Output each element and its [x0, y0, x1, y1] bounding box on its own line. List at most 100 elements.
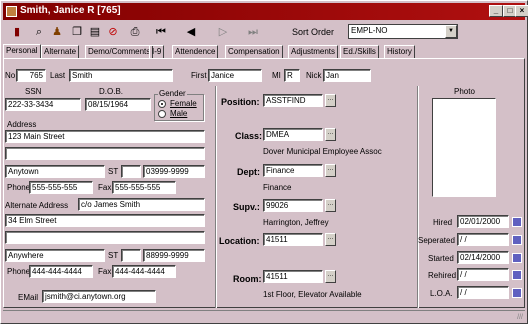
hired-date-field[interactable]: 02/01/2000 — [457, 215, 509, 228]
rehired-label: Rehired — [428, 271, 457, 280]
tab-demo-comments[interactable]: Demo/Comments — [85, 45, 154, 58]
title-bar: Smith, Janice R [765] _ □ × — [3, 3, 528, 20]
nick-name-field[interactable]: Jan — [323, 69, 371, 82]
fax-field[interactable]: 555-555-555 — [112, 181, 176, 194]
alt-city-field[interactable]: Anywhere — [5, 249, 105, 262]
tab-i9[interactable]: I-9 — [149, 45, 165, 58]
separated-label: Seperated — [418, 236, 455, 245]
employee-window: Smith, Janice R [765] _ □ × ▮ ⌕ ♟ ❐ ▤ ⊘ … — [0, 0, 528, 324]
tab-adjustments[interactable]: Adjustments — [288, 45, 339, 58]
alt-fax-label: Fax — [98, 267, 112, 276]
sort-order-select[interactable]: EMPL-NO ▼ — [348, 24, 458, 39]
mi-field[interactable]: R — [284, 69, 300, 82]
loa-label: L.O.A. — [430, 289, 453, 298]
phone-label: Phone — [7, 183, 31, 192]
calendar-icon[interactable] — [512, 253, 522, 263]
gender-male-radio[interactable] — [158, 110, 166, 118]
city-field[interactable]: Anytown — [5, 165, 105, 178]
tab-ed-skills[interactable]: Ed./Skills — [340, 45, 379, 58]
class-label: Class: — [235, 131, 263, 141]
alt-address-line1-field[interactable]: 34 Elm Street — [5, 214, 205, 227]
dob-label: D.O.B. — [99, 87, 124, 96]
class-field[interactable]: DMEA — [263, 128, 323, 141]
tab-alternate[interactable]: Alternate — [41, 45, 80, 58]
alt-state-field[interactable] — [121, 249, 141, 262]
class-lookup-button[interactable]: … — [325, 128, 336, 141]
alt-zip-field[interactable]: 88999-9999 — [143, 249, 205, 262]
location-lookup-button[interactable]: … — [325, 233, 336, 246]
section-divider-right — [417, 86, 418, 308]
copy-icon[interactable]: ❐ — [69, 24, 85, 40]
email-field[interactable]: jsmith@ci.anytown.org — [42, 290, 156, 303]
dept-lookup-button[interactable]: … — [325, 164, 336, 177]
separated-date-field[interactable]: / / — [457, 233, 509, 246]
room-label: Room: — [233, 274, 262, 284]
alt-phone-field[interactable]: 444-444-4444 — [29, 265, 93, 278]
room-description: 1st Floor, Elevator Available — [263, 290, 362, 299]
calendar-icon[interactable] — [512, 217, 522, 227]
state-label: ST — [108, 167, 119, 176]
supervisor-lookup-button[interactable]: … — [325, 199, 336, 212]
alt-fax-field[interactable]: 444-444-4444 — [112, 265, 176, 278]
dept-field[interactable]: Finance — [263, 164, 323, 177]
alt-address-care-field[interactable]: c/o James Smith — [78, 198, 205, 211]
sort-order-value: EMPL-NO — [351, 26, 388, 35]
sort-order-label: Sort Order — [292, 27, 335, 37]
tab-history[interactable]: History — [384, 45, 415, 58]
gender-male-label: Male — [170, 109, 188, 118]
search-icon[interactable]: ⌕ — [31, 24, 47, 40]
nick-label: Nick — [306, 71, 322, 80]
zip-field[interactable]: 03999-9999 — [143, 165, 205, 178]
calendar-icon[interactable] — [512, 270, 522, 280]
class-description: Dover Municipal Employee Assoc — [263, 147, 382, 156]
save-icon[interactable]: ▮ — [9, 24, 25, 40]
close-button[interactable]: × — [515, 5, 528, 17]
chevron-down-icon[interactable]: ▼ — [445, 25, 457, 38]
employee-no-field[interactable]: 765 — [16, 69, 46, 82]
alt-phone-label: Phone — [7, 267, 31, 276]
calendar-icon[interactable] — [512, 235, 522, 245]
calendar-icon[interactable] — [512, 288, 522, 298]
print-icon[interactable]: ⎙ — [127, 24, 143, 40]
new-icon[interactable]: ▤ — [87, 24, 103, 40]
person-icon[interactable]: ♟ — [49, 24, 65, 40]
address-line1-field[interactable]: 123 Main Street — [5, 130, 205, 143]
first-record-icon[interactable]: ⏮ — [153, 24, 169, 40]
last-record-icon[interactable]: ⏭ — [245, 24, 261, 40]
address-label: Address — [7, 120, 37, 129]
alt-state-label: ST — [108, 251, 119, 260]
first-name-field[interactable]: Janice — [208, 69, 262, 82]
last-name-field[interactable]: Smith — [69, 69, 173, 82]
alt-address-line2-field[interactable] — [5, 231, 205, 244]
tab-attendence[interactable]: Attendence — [172, 45, 219, 58]
rehired-date-field[interactable]: / / — [457, 268, 509, 281]
state-field[interactable] — [121, 165, 141, 178]
stop-icon[interactable]: ⊘ — [105, 24, 121, 40]
section-divider — [215, 86, 216, 308]
supervisor-field[interactable]: 99026 — [263, 199, 323, 212]
location-field[interactable]: 41511 — [263, 233, 323, 246]
room-lookup-button[interactable]: … — [325, 270, 336, 283]
started-date-field[interactable]: 02/14/2000 — [457, 251, 509, 264]
loa-date-field[interactable]: / / — [457, 286, 509, 299]
photo-frame[interactable] — [432, 98, 496, 197]
room-field[interactable]: 41511 — [263, 270, 323, 283]
last-label: Last — [50, 71, 66, 80]
position-lookup-button[interactable]: … — [325, 94, 336, 107]
gender-female-radio[interactable] — [158, 100, 166, 108]
phone-field[interactable]: 555-555-555 — [29, 181, 93, 194]
dob-field[interactable]: 08/15/1964 — [85, 98, 151, 111]
tab-personal[interactable]: Personal — [3, 44, 41, 58]
next-record-icon[interactable]: ▷ — [215, 24, 231, 40]
first-label: First — [191, 71, 207, 80]
window-title: Smith, Janice R [765] — [20, 5, 121, 16]
tab-strip: Personal Alternate Demo/Comments I-9 Att… — [3, 44, 525, 58]
tab-compensation[interactable]: Compensation — [225, 45, 283, 58]
address-line2-field[interactable] — [5, 147, 205, 160]
resize-grip-icon[interactable]: /// — [517, 314, 523, 321]
minimize-button[interactable]: _ — [489, 5, 503, 17]
ssn-field[interactable]: 222-33-3434 — [5, 98, 81, 111]
position-field[interactable]: ASSTFIND — [263, 94, 323, 107]
mi-label: MI — [272, 71, 281, 80]
prev-record-icon[interactable]: ◀ — [183, 24, 199, 40]
